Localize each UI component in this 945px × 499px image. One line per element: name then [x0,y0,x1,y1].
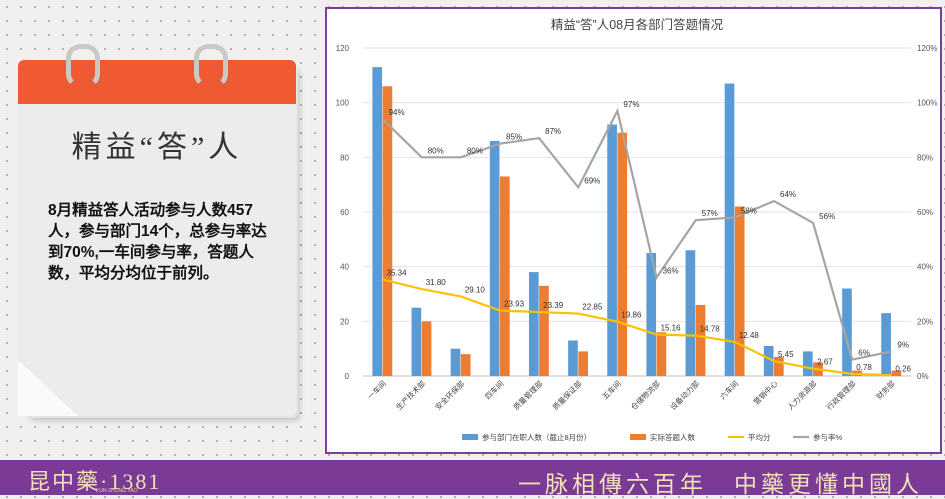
participation-rate-line [381,107,892,361]
y-right-tick-label: 60% [917,208,933,217]
rate-data-label: 6% [858,349,870,358]
bar-participants [411,307,422,376]
bar-answers [500,176,510,376]
legend-label: 参与率% [813,432,842,442]
bar-participants [372,67,383,376]
category-tick-label: 生产技术部 [394,378,428,412]
chart-title: 精益“答”人08月各部门答题情况 [551,17,724,32]
avg-score-data-label: 0.78 [856,363,872,372]
y-left-tick-label: 0 [345,372,350,381]
rate-data-label: 56% [819,212,835,221]
legend-swatch [630,434,646,440]
rate-data-label: 69% [584,176,600,185]
y-right-tick-label: 40% [917,263,933,272]
avg-score-data-label: 23.39 [543,301,564,310]
bar-answers [617,132,628,376]
avg-score-data-label: 12.48 [739,331,760,340]
bar-line-chart: 精益“答”人08月各部门答题情况 0 20 40 60 80 100 120 0% 20% 40% 6… [336,17,938,442]
brand-logo: 昆中藥·1381 [28,469,162,494]
bar-participants [802,351,813,376]
binder-ring-icon [194,44,228,88]
calendar-header [18,60,296,104]
category-tick-label: 人力资源部 [785,378,819,412]
category-tick-label: 仓储物流部 [628,378,662,412]
page-curl [18,360,78,416]
avg-score-data-label: 31.80 [426,278,447,287]
category-tick-label: 六车间 [717,378,740,401]
y-right-tick-label: 20% [917,317,933,326]
rate-data-label: 85% [506,133,522,142]
rate-data-label: 94% [389,108,405,117]
y-left-tick-label: 40 [340,263,349,272]
bar-answers [734,206,745,376]
bar-answers [774,356,784,376]
calendar-card: 精益“答”人 8月精益答人活动参与人数457人，参与部门14个，总参与率达到70… [18,44,298,418]
bar-answers [656,332,667,376]
category-tick-label: 安全环保部 [433,378,467,412]
card-summary: 8月精益答人活动参与人数457人，参与部门14个，总参与率达到70%,一车间参与… [48,202,267,282]
rate-data-label: 58% [741,206,757,215]
rate-data-label: 64% [780,190,796,199]
bar-answers [539,285,549,376]
avg-score-data-label: 22.85 [582,303,603,312]
card-title: 精益“答”人 [71,131,243,164]
bar-answers [578,351,588,376]
y-left-tick-label: 80 [340,153,349,162]
avg-score-data-label: 5.45 [778,350,794,359]
bar-answers [695,304,706,376]
bar-participants [685,250,696,376]
category-tick-label: 四车间 [482,378,505,401]
bar-participants [881,313,891,376]
category-tick-label: 财务部 [874,378,897,401]
rate-data-label: 97% [623,100,639,109]
rate-data-label: 9% [897,340,909,349]
legend-label: 实际答题人数 [650,432,695,442]
avg-score-data-label: 0.26 [895,364,911,373]
rate-data-label: 80% [428,146,444,155]
y-right-tick-label: 80% [917,153,933,162]
rate-data-label: 36% [663,267,679,276]
avg-score-data-label: 14.78 [700,325,721,334]
y-left-tick-label: 20 [340,317,349,326]
bar-participants [489,140,500,376]
chart-panel: 精益“答”人08月各部门答题情况 0 20 40 60 80 100 120 0% 20% 40% 6… [325,7,942,454]
bar-answers [460,354,471,376]
brand-slogan: 一脉相傳六百年 中藥更懂中國人 [518,472,923,497]
y-right-tick-label: 100% [917,99,937,108]
legend-label: 平均分 [748,432,771,442]
y-left-tick-label: 100 [336,99,350,108]
category-tick-label: 质量保证部 [550,378,584,412]
category-tick-label: 设备动力部 [668,378,702,412]
y-right-tick-label: 0% [917,372,929,381]
bar-participants [450,348,461,376]
avg-score-data-label: 29.10 [465,285,486,294]
avg-score-data-label: 19.86 [621,311,642,320]
avg-score-data-label: 2.67 [817,358,833,367]
bar-answers [421,321,432,376]
legend-label: 参与部门在职人数（截止8月份） [482,432,591,442]
avg-score-data-label: 15.16 [661,324,682,333]
bar-answers [382,86,393,377]
bar-participants [724,83,735,377]
category-tick-label: 行政管理部 [824,378,858,412]
avg-score-data-label: 35.34 [387,268,408,277]
avg-score-data-label: 23.93 [504,300,525,309]
rate-data-label: 57% [702,209,718,218]
category-tick-label: 五车间 [600,378,623,401]
category-tick-label: 营销中心 [751,378,780,407]
y-left-tick-label: 60 [340,208,349,217]
bar-participants [528,272,539,376]
brand-logo-sub: KUN ZHONG YAO [96,488,138,494]
binder-ring-icon [66,44,100,88]
y-left-tick-label: 120 [336,44,350,53]
bar-participants [607,124,617,377]
rate-data-label: 80% [467,146,483,155]
category-tick-label: 一车间 [365,378,388,401]
legend-swatch [462,434,478,440]
footer-bar: 昆中藥·1381 KUN ZHONG YAO 一脉相傳六百年 中藥更懂中國人 [0,460,945,497]
category-tick-label: 质量管理部 [511,378,545,412]
rate-data-label: 87% [545,127,561,136]
y-right-tick-label: 120% [917,44,937,53]
bar-participants [568,340,578,376]
